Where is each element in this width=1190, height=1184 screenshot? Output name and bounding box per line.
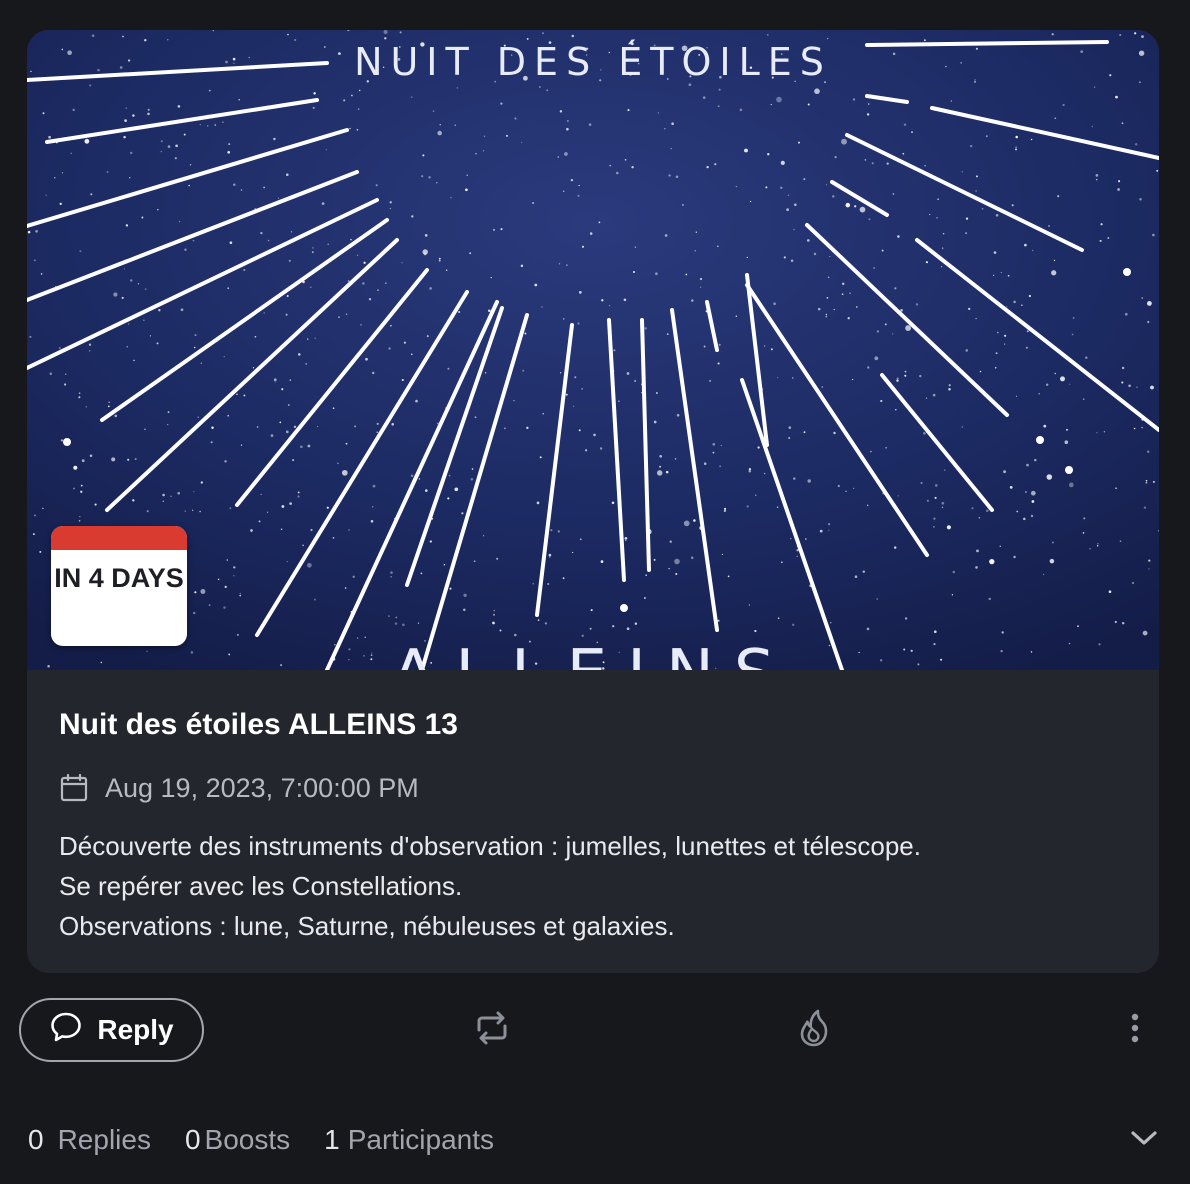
- post-stats: 0 Replies 0 Boosts 1 Participants: [28, 1118, 528, 1162]
- replies-label: Replies: [57, 1124, 151, 1155]
- reply-label: Reply: [97, 1014, 174, 1045]
- favourite-button[interactable]: [792, 1008, 836, 1053]
- reply-button[interactable]: Reply: [19, 998, 204, 1062]
- countdown-badge: IN 4 DAYS: [51, 526, 187, 646]
- description-line: Se repérer avec les Constellations.: [59, 871, 463, 901]
- starfield-illustration: [27, 30, 1159, 670]
- post-actions: Reply: [0, 996, 1190, 1064]
- chevron-down-icon: [1130, 1129, 1158, 1152]
- replies-count: 0: [28, 1124, 44, 1155]
- event-banner-image[interactable]: NUIT DES ÉTOILES ALLEINS IN 4 DAYS: [27, 30, 1159, 670]
- banner-subtitle: ALLEINS: [27, 642, 1159, 670]
- participants-count: 1: [324, 1124, 340, 1155]
- favourite-icon: [794, 1008, 834, 1053]
- boosts-count: 0: [184, 1124, 201, 1155]
- countdown-label: IN 4 DAYS: [54, 563, 184, 593]
- calendar-cap: [51, 526, 187, 550]
- event-datetime-text: Aug 19, 2023, 7:00:00 PM: [105, 772, 419, 803]
- calendar-icon: [59, 773, 89, 803]
- banner-title: NUIT DES ÉTOILES: [354, 40, 832, 84]
- boost-icon: [471, 1010, 513, 1051]
- participants-label: Participants: [347, 1124, 495, 1155]
- expand-thread-button[interactable]: [1124, 1120, 1164, 1160]
- event-description: Découverte des instruments d'observation…: [59, 826, 1119, 946]
- event-datetime: Aug 19, 2023, 7:00:00 PM: [59, 768, 419, 808]
- more-button[interactable]: [1113, 1010, 1157, 1050]
- participants-stat[interactable]: 1 Participants: [324, 1124, 494, 1156]
- description-line: Découverte des instruments d'observation…: [59, 831, 921, 861]
- boosts-label: Boosts: [204, 1124, 291, 1155]
- event-title[interactable]: Nuit des étoiles ALLEINS 13: [59, 708, 458, 742]
- reply-icon: [49, 1010, 83, 1051]
- event-card[interactable]: NUIT DES ÉTOILES ALLEINS IN 4 DAYS Nuit …: [27, 30, 1159, 973]
- top-edge: [0, 0, 1190, 4]
- more-icon: [1129, 1013, 1141, 1048]
- boosts-stat[interactable]: 0 Boosts: [185, 1124, 290, 1156]
- description-line: Observations : lune, Saturne, nébuleuses…: [59, 911, 675, 941]
- boost-button[interactable]: [470, 1010, 514, 1050]
- replies-stat[interactable]: 0 Replies: [28, 1124, 151, 1156]
